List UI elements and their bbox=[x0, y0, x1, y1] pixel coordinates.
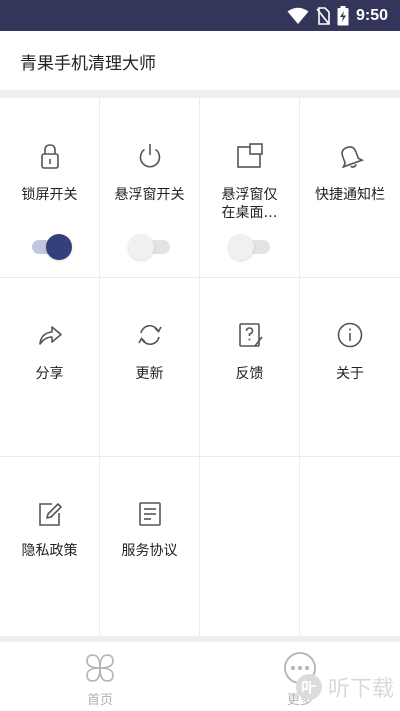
update-label: 更新 bbox=[135, 366, 164, 382]
section-divider bbox=[0, 90, 400, 98]
page-title: 青果手机清理大师 bbox=[20, 54, 156, 74]
floating-window-switch-cell[interactable]: 悬浮窗开关 bbox=[100, 98, 200, 278]
battery-charging-icon bbox=[337, 6, 349, 26]
feedback-cell[interactable]: 反馈 bbox=[200, 278, 300, 457]
wifi-icon bbox=[287, 7, 309, 24]
empty-cell bbox=[200, 457, 300, 636]
lock-icon bbox=[40, 144, 59, 169]
about-cell[interactable]: 关于 bbox=[300, 278, 400, 457]
toggle-knob bbox=[45, 234, 72, 260]
document-icon bbox=[138, 502, 161, 526]
quick-notification-cell[interactable]: 快捷通知栏 bbox=[300, 98, 400, 278]
service-agreement-cell[interactable]: 服务协议 bbox=[100, 457, 200, 636]
home-clover-icon bbox=[86, 654, 114, 682]
settings-grid: 锁屏开关 悬浮窗开关 悬浮窗仅 在桌面… 快捷通知栏 分享 更新 反馈 关于 隐… bbox=[0, 98, 400, 636]
toggle-knob bbox=[127, 234, 154, 260]
app-header: 青果手机清理大师 bbox=[0, 31, 400, 90]
feedback-label: 反馈 bbox=[235, 366, 264, 382]
share-cell[interactable]: 分享 bbox=[0, 278, 100, 457]
service-agreement-label: 服务协议 bbox=[121, 543, 178, 559]
share-label: 分享 bbox=[35, 366, 64, 382]
floating-window-toggle[interactable] bbox=[127, 234, 172, 260]
floating-window-icon bbox=[236, 143, 263, 168]
watermark-text: 听下载 bbox=[327, 677, 394, 702]
floating-window-switch-label: 悬浮窗开关 bbox=[114, 187, 185, 203]
watermark-logo-icon bbox=[295, 674, 322, 700]
watermark: 听下载 bbox=[294, 671, 394, 703]
nav-item-home[interactable]: 首页 bbox=[0, 642, 200, 711]
lock-screen-switch-cell[interactable]: 锁屏开关 bbox=[0, 98, 100, 278]
about-label: 关于 bbox=[336, 366, 364, 382]
status-bar: 9:50 bbox=[0, 0, 400, 31]
sim-no-signal-icon bbox=[316, 7, 330, 25]
nav-label-home: 首页 bbox=[86, 693, 113, 708]
status-time: 9:50 bbox=[355, 7, 388, 24]
share-icon bbox=[38, 326, 62, 345]
lock-screen-switch-label: 锁屏开关 bbox=[21, 187, 78, 203]
privacy-policy-cell[interactable]: 隐私政策 bbox=[0, 457, 100, 636]
quick-notification-label: 快捷通知栏 bbox=[315, 187, 385, 203]
floating-desktop-only-toggle[interactable] bbox=[227, 234, 272, 260]
floating-desktop-only-label-line1: 悬浮窗仅 bbox=[221, 187, 278, 203]
toggle-knob bbox=[227, 234, 254, 260]
floating-desktop-only-label-line2: 在桌面… bbox=[221, 205, 278, 221]
empty-cell bbox=[300, 457, 400, 636]
update-cell[interactable]: 更新 bbox=[100, 278, 200, 457]
bell-icon bbox=[341, 146, 365, 169]
info-icon bbox=[337, 322, 363, 348]
privacy-policy-label: 隐私政策 bbox=[21, 543, 78, 559]
feedback-icon bbox=[238, 323, 263, 347]
edit-document-icon bbox=[38, 503, 62, 526]
floating-desktop-only-cell[interactable]: 悬浮窗仅 在桌面… bbox=[200, 98, 300, 278]
lock-screen-toggle[interactable] bbox=[28, 234, 72, 260]
power-icon bbox=[139, 144, 160, 168]
refresh-icon bbox=[137, 325, 162, 345]
status-icons: 9:50 bbox=[287, 5, 388, 27]
